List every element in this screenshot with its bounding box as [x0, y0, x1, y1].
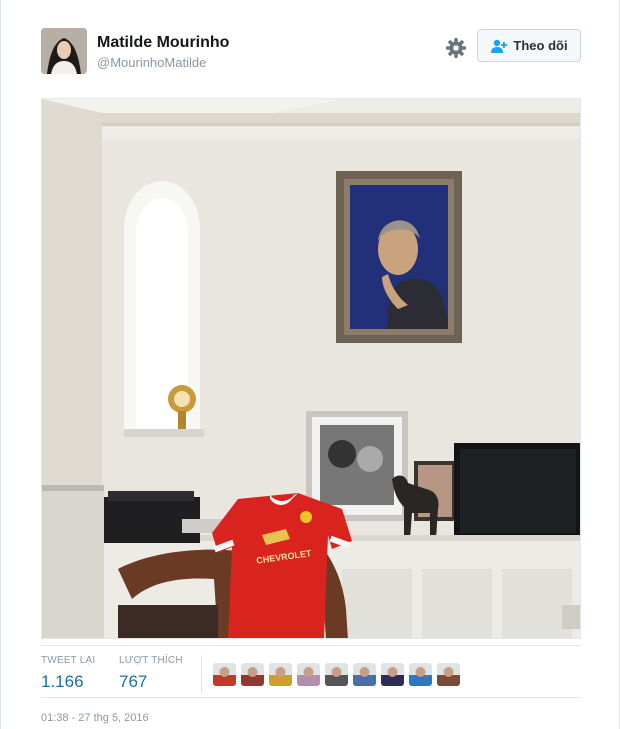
tweet-stats: TWEET LẠI 1.166 LƯỢT THÍCH 767 [41, 655, 581, 695]
retweets-count: 1.166 [41, 672, 84, 691]
author-handle[interactable]: @MourinhoMatilde [97, 55, 229, 70]
likes-count: 767 [119, 672, 148, 691]
tweet-card: Matilde Mourinho @MourinhoMatilde Theo d… [0, 0, 620, 729]
likes-stat[interactable]: LƯỢT THÍCH 767 [119, 655, 183, 692]
liker-avatar[interactable] [213, 663, 236, 686]
author-names: Matilde Mourinho @MourinhoMatilde [97, 34, 229, 70]
follow-button[interactable]: Theo dõi [477, 29, 581, 62]
likes-label: LƯỢT THÍCH [119, 655, 183, 666]
avatar[interactable] [41, 28, 87, 74]
retweets-label: TWEET LẠI [41, 655, 96, 666]
divider-bottom [41, 697, 581, 698]
tweet-timestamp[interactable]: 01:38 - 27 thg 5, 2016 [41, 712, 149, 724]
retweets-stat[interactable]: TWEET LẠI 1.166 [41, 655, 95, 692]
liker-avatar[interactable] [269, 663, 292, 686]
liker-avatar[interactable] [325, 663, 348, 686]
liker-avatar[interactable] [409, 663, 432, 686]
tweet-header: Matilde Mourinho @MourinhoMatilde Theo d… [41, 28, 581, 76]
follow-button-label: Theo dõi [513, 38, 568, 53]
tweet-photo[interactable]: CHEVROLET [41, 98, 581, 639]
stats-divider [201, 655, 202, 693]
liker-avatar[interactable] [353, 663, 376, 686]
author-name[interactable]: Matilde Mourinho [97, 34, 229, 52]
liker-avatar[interactable] [437, 663, 460, 686]
liker-avatar[interactable] [381, 663, 404, 686]
gear-icon[interactable] [444, 36, 468, 60]
divider-top [41, 645, 581, 646]
likers-avatars [213, 663, 460, 686]
add-user-icon [490, 39, 508, 53]
liker-avatar[interactable] [297, 663, 320, 686]
liker-avatar[interactable] [241, 663, 264, 686]
